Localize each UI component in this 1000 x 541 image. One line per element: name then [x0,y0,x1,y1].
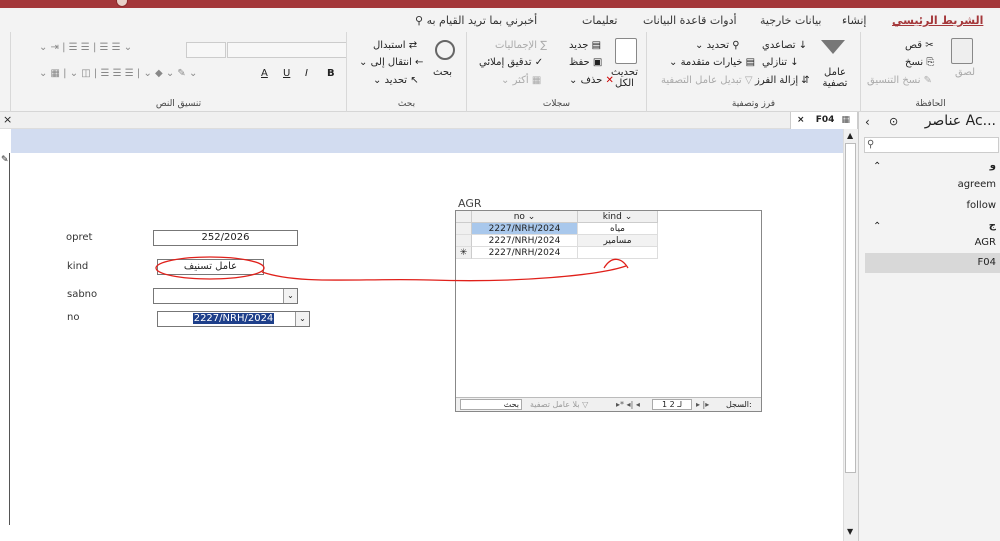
annotation-overlay [155,256,629,282]
annotation-arrow [261,265,627,282]
annotation-circle [155,256,265,280]
